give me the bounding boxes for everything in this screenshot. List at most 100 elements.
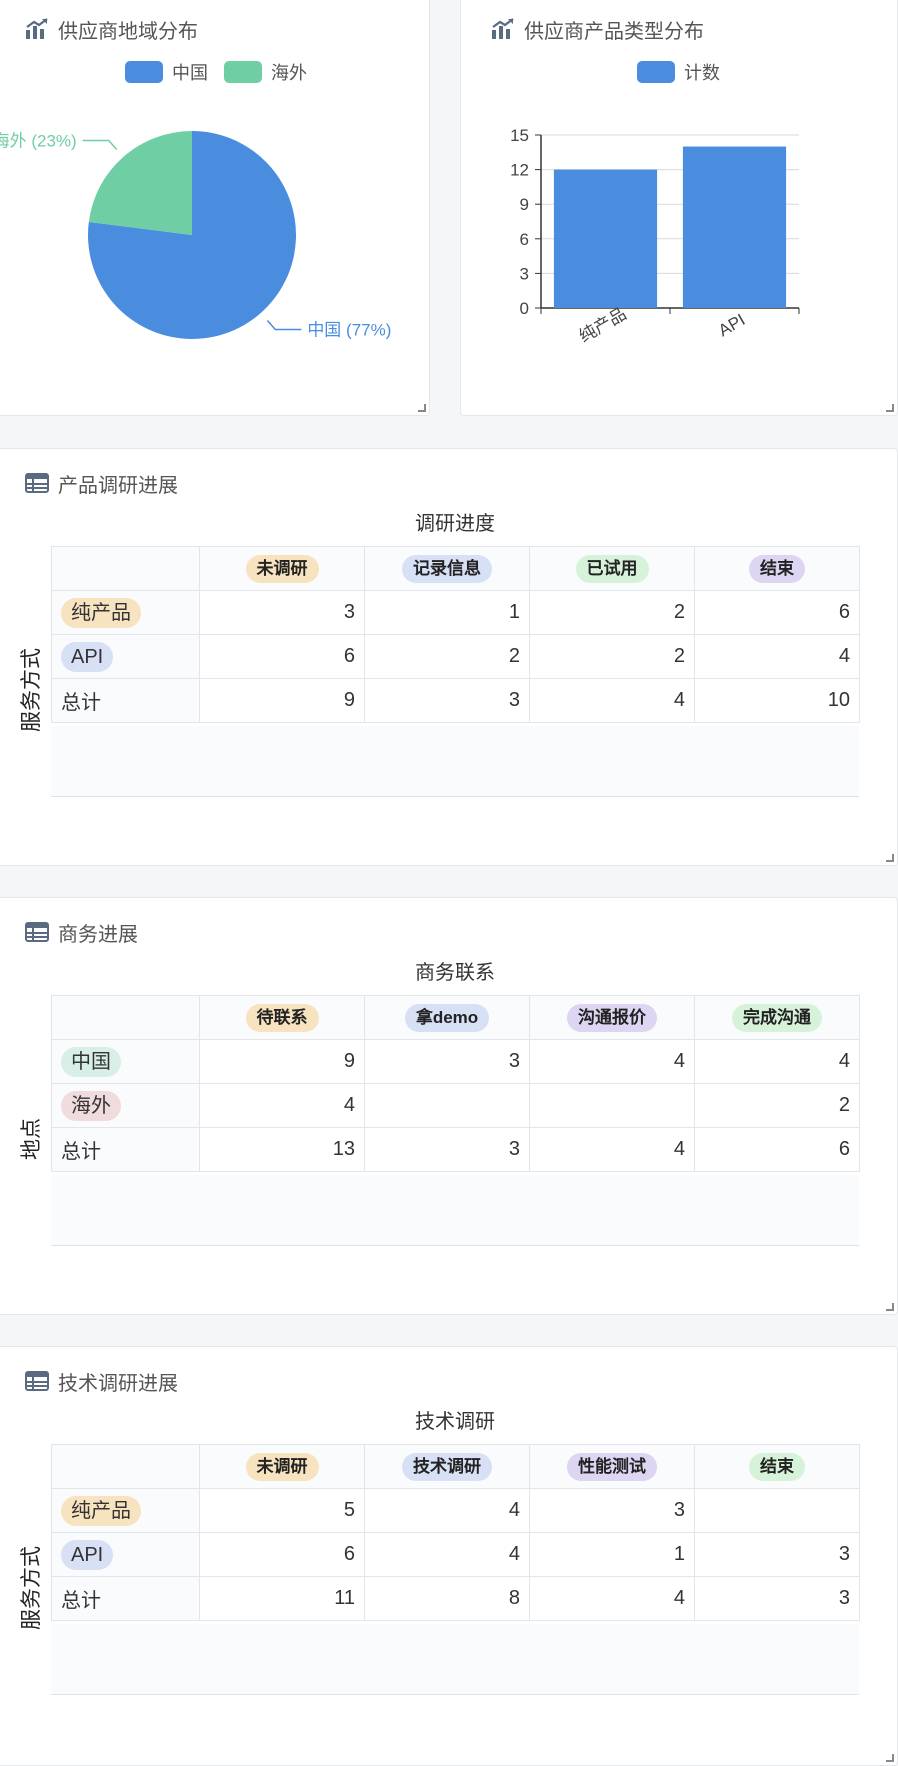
value-cell[interactable]: 2 [529,634,695,679]
x-tick-label: API [715,310,748,340]
legend-swatch [637,61,675,83]
resize-handle-icon[interactable] [886,854,894,862]
pivot-footer-area [51,1624,859,1695]
region-pie-chart[interactable]: 中国 (77%) 海外 (23%) [0,35,431,415]
pivot-table: 未调研 技术调研 性能测试 结束 纯产品 5 4 3 API 6 4 1 3 总计 11 8 4 3 [51,1444,860,1621]
column-dimension-title: 技术调研 [415,1411,495,1433]
value-cell[interactable] [364,1083,530,1128]
value-cell[interactable]: 1 [364,590,530,635]
value-cell[interactable]: 9 [199,678,365,723]
value-cell[interactable]: 6 [199,634,365,679]
pivot-footer-area [51,1175,859,1246]
value-cell[interactable]: 4 [199,1083,365,1128]
value-cell[interactable]: 4 [529,1576,695,1621]
column-tag: 结束 [749,554,805,583]
column-header[interactable]: 未调研 [199,1444,365,1489]
pivot-card-title: 产品调研进展 [58,474,178,497]
value-cell[interactable]: 2 [529,590,695,635]
resize-handle-icon[interactable] [418,404,426,412]
row-header[interactable]: API [51,634,200,679]
type-bar-chart[interactable]: 0 3 6 9 12 15 纯产品 API [461,115,898,415]
pivot-header: 技术调研进展 [25,1369,178,1395]
total-row-header: 总计 [51,1576,200,1621]
y-tick-label: 6 [520,230,529,249]
value-cell[interactable]: 3 [364,1127,530,1172]
value-cell[interactable]: 3 [364,678,530,723]
value-cell[interactable]: 9 [199,1039,365,1084]
type-legend[interactable]: 计数 [637,59,736,85]
value-cell[interactable]: 4 [694,634,860,679]
bar-api[interactable] [682,146,787,308]
column-header[interactable]: 沟通报价 [529,995,695,1040]
total-row-header: 总计 [51,678,200,723]
value-cell[interactable]: 4 [364,1488,530,1533]
total-label: 总计 [61,692,101,714]
value-cell[interactable] [694,1488,860,1533]
column-header[interactable]: 记录信息 [364,546,530,591]
value-cell[interactable]: 3 [694,1576,860,1621]
pivot-footer-area [51,726,859,797]
row-dimension-title: 服务方式 [20,1546,43,1630]
row-dimension-title: 地点 [20,1118,43,1160]
pie-slice-overseas[interactable] [88,131,192,235]
value-cell[interactable]: 4 [694,1039,860,1084]
value-cell[interactable] [529,1083,695,1128]
resize-handle-icon[interactable] [886,1303,894,1311]
table-icon [25,473,49,493]
value-cell[interactable]: 2 [694,1083,860,1128]
total-label: 总计 [61,1590,101,1612]
region-chart-card: 供应商地域分布 中国 海外 中国 (77%) 海外 (23%) [0,0,430,416]
column-header[interactable]: 技术调研 [364,1444,530,1489]
y-tick-label: 9 [520,195,529,214]
pie-label-line [82,139,118,150]
value-cell[interactable]: 4 [529,678,695,723]
pivot-header-row: 未调研 技术调研 性能测试 结束 [51,1444,860,1489]
value-cell[interactable]: 6 [694,1127,860,1172]
column-header[interactable]: 结束 [694,546,860,591]
value-cell[interactable]: 2 [364,634,530,679]
column-header[interactable]: 性能测试 [529,1444,695,1489]
pivot-header: 商务进展 [25,920,138,946]
type-chart-header: 供应商产品类型分布 [491,17,704,43]
pivot-row: 总计 9 3 4 10 [51,678,860,723]
column-dimension-title: 调研进度 [415,513,495,535]
value-cell[interactable]: 3 [364,1039,530,1084]
row-header[interactable]: 海外 [51,1083,200,1128]
legend-item-count[interactable]: 计数 [637,59,720,85]
row-header[interactable]: API [51,1532,200,1577]
y-tick-label: 0 [520,299,529,318]
row-header[interactable]: 中国 [51,1039,200,1084]
row-header[interactable]: 纯产品 [51,590,200,635]
value-cell[interactable]: 1 [529,1532,695,1577]
value-cell[interactable]: 11 [199,1576,365,1621]
value-cell[interactable]: 4 [529,1039,695,1084]
value-cell[interactable]: 3 [199,590,365,635]
value-cell[interactable]: 4 [529,1127,695,1172]
total-row-header: 总计 [51,1127,200,1172]
value-cell[interactable]: 6 [199,1532,365,1577]
resize-handle-icon[interactable] [886,404,894,412]
column-header[interactable]: 完成沟通 [694,995,860,1040]
column-header[interactable]: 待联系 [199,995,365,1040]
column-header[interactable]: 结束 [694,1444,860,1489]
value-cell[interactable]: 10 [694,678,860,723]
pivot-table: 未调研 记录信息 已试用 结束 纯产品 3 1 2 6 API 6 2 2 4 总计 9 3 4 10 [51,546,860,723]
column-header[interactable]: 拿demo [364,995,530,1040]
chart-trend-icon [492,18,514,39]
value-cell[interactable]: 8 [364,1576,530,1621]
row-header[interactable]: 纯产品 [51,1488,200,1533]
column-tag: 技术调研 [402,1452,492,1481]
value-cell[interactable]: 4 [364,1532,530,1577]
resize-handle-icon[interactable] [886,1754,894,1762]
bar-pure-product[interactable] [553,169,658,308]
value-cell[interactable]: 6 [694,590,860,635]
pivot-table: 待联系 拿demo 沟通报价 完成沟通 中国 9 3 4 4 海外 4 2 总计 13 3 4 6 [51,995,860,1172]
legend-label: 计数 [684,63,720,83]
value-cell[interactable]: 5 [199,1488,365,1533]
value-cell[interactable]: 3 [694,1532,860,1577]
value-cell[interactable]: 3 [529,1488,695,1533]
column-header[interactable]: 未调研 [199,546,365,591]
row-tag: API [61,1539,114,1570]
column-header[interactable]: 已试用 [529,546,695,591]
value-cell[interactable]: 13 [199,1127,365,1172]
